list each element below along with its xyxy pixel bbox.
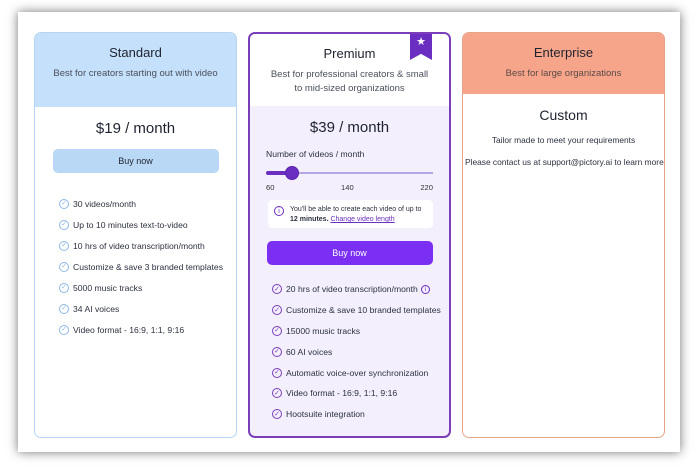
check-circle-icon: ✓ <box>59 303 69 314</box>
feature-item: ✓ 34 AI voices <box>59 298 236 319</box>
feature-item: ✓ Video format - 16:9, 1:1, 9:16 <box>272 383 449 404</box>
standard-feature-list: ✓ 30 videos/month ✓ Up to 10 minutes text-… <box>35 193 236 340</box>
standard-plan-card: Standard Best for creators starting out … <box>34 32 237 438</box>
check-circle-icon: ✓ <box>59 198 69 209</box>
feature-item: ✓ 20 hrs of video transcription/month i <box>272 279 449 300</box>
premium-plan-card: ★ Premium Best for professional creators… <box>248 32 451 438</box>
standard-header: Standard Best for creators starting out … <box>35 33 236 107</box>
check-circle-icon: ✓ <box>272 325 282 336</box>
feature-item: ✓ 60 AI voices <box>272 341 449 362</box>
video-length-info-box: i You'll be able to create each video of… <box>268 200 433 228</box>
info-icon[interactable]: i <box>420 284 430 294</box>
slider-ticks: 60 140 220 <box>266 183 433 192</box>
feature-item: ✓ 10 hrs of video transcription/month <box>59 235 236 256</box>
standard-title: Standard <box>109 45 162 60</box>
slider-tick-label: 220 <box>420 183 433 192</box>
feature-item: ✓ Customize & save 3 branded templates <box>59 256 236 277</box>
change-video-length-link[interactable]: Change video length <box>330 216 394 223</box>
check-circle-icon: ✓ <box>59 240 69 251</box>
standard-buy-button[interactable]: Buy now <box>52 149 219 173</box>
enterprise-price: Custom <box>539 107 588 123</box>
info-icon: i <box>274 206 284 216</box>
info-text-part: You'll be able to create each video of u… <box>290 206 422 213</box>
feature-label: 20 hrs of video transcription/month <box>286 284 418 295</box>
videos-slider[interactable] <box>266 165 433 181</box>
check-circle-icon: ✓ <box>272 284 282 295</box>
premium-buy-button[interactable]: Buy now <box>266 241 433 265</box>
slider-tick-label: 60 <box>266 183 275 192</box>
feature-label: Hootsuite integration <box>286 409 365 420</box>
feature-label: Video format - 16:9, 1:1, 9:16 <box>286 388 398 399</box>
check-circle-icon: ✓ <box>59 324 69 335</box>
check-circle-icon: ✓ <box>59 219 69 230</box>
premium-price: $39 / month <box>309 119 390 136</box>
enterprise-contact-text: Please contact us at support@pictory.ai … <box>465 157 664 167</box>
feature-label: 10 hrs of video transcription/month <box>73 240 205 251</box>
feature-label: 60 AI voices <box>286 346 333 357</box>
check-circle-icon: ✓ <box>272 367 282 378</box>
enterprise-subtitle: Best for large organizations <box>505 68 622 79</box>
feature-label: Up to 10 minutes text-to-video <box>73 219 188 230</box>
slider-thumb[interactable] <box>285 166 300 180</box>
premium-subtitle: Best for professional creators & small t… <box>270 69 429 94</box>
feature-item: ✓ Automatic voice-over synchronization <box>272 362 449 383</box>
feature-item: ✓ 15000 music tracks <box>272 321 449 342</box>
feature-label: Automatic voice-over synchronization <box>286 367 429 378</box>
feature-item: ✓ 30 videos/month <box>59 193 236 214</box>
slider-tick-label: 140 <box>341 183 354 192</box>
standard-subtitle: Best for creators starting out with vide… <box>53 68 218 79</box>
feature-item: ✓ Video format - 16:9, 1:1, 9:16 <box>59 319 236 340</box>
feature-label: Customize & save 10 branded templates <box>286 305 441 316</box>
enterprise-title: Enterprise <box>533 45 594 60</box>
feature-label: 34 AI voices <box>73 303 120 314</box>
enterprise-tagline: Tailor made to meet your requirements <box>491 135 636 145</box>
feature-item: ✓ 5000 music tracks <box>59 277 236 298</box>
feature-label: Video format - 16:9, 1:1, 9:16 <box>73 324 185 335</box>
check-circle-icon: ✓ <box>59 282 69 293</box>
info-bold-text: 12 minutes. <box>290 216 329 223</box>
premium-feature-list: ✓ 20 hrs of video transcription/month i ✓ C… <box>250 279 449 425</box>
check-circle-icon: ✓ <box>272 346 282 357</box>
check-circle-icon: ✓ <box>272 388 282 399</box>
feature-item: ✓ Hootsuite integration <box>272 404 449 425</box>
feature-item: ✓ Up to 10 minutes text-to-video <box>59 214 236 235</box>
check-circle-icon: ✓ <box>272 305 282 316</box>
check-circle-icon: ✓ <box>272 409 282 420</box>
feature-label: Customize & save 3 branded templates <box>73 261 223 272</box>
info-text: You'll be able to create each video of u… <box>290 205 427 225</box>
enterprise-plan-card: Enterprise Best for large organizations … <box>462 32 665 438</box>
standard-price: $19 / month <box>95 120 176 137</box>
check-circle-icon: ✓ <box>59 261 69 272</box>
feature-item: ✓ Customize & save 10 branded templates <box>272 300 449 321</box>
feature-label: 15000 music tracks <box>286 325 361 336</box>
feature-label: 30 videos/month <box>73 198 137 209</box>
enterprise-header: Enterprise Best for large organizations <box>463 33 664 94</box>
feature-label: 5000 music tracks <box>73 282 143 293</box>
videos-per-month-label: Number of videos / month <box>266 149 365 159</box>
